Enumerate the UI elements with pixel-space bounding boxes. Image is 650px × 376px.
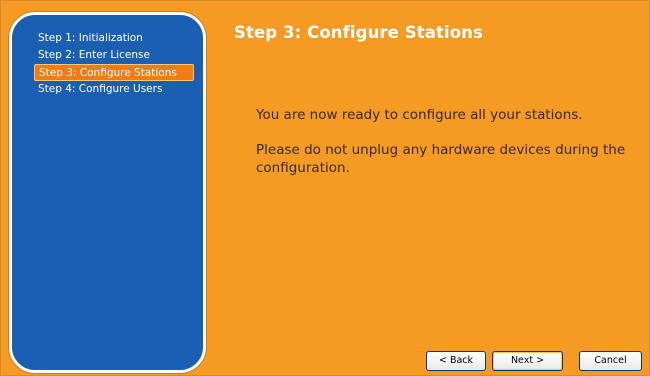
warning-message: Please do not unplug any hardware device… xyxy=(256,142,626,176)
wizard-window: Step 1: Initialization Step 2: Enter Lic… xyxy=(0,0,650,376)
next-button[interactable]: Next > xyxy=(492,351,563,371)
page-title: Step 3: Configure Stations xyxy=(234,23,483,42)
step-item-configure-users: Step 4: Configure Users xyxy=(38,83,163,95)
step-item-enter-license: Step 2: Enter License xyxy=(38,49,150,61)
ready-message: You are now ready to configure all your … xyxy=(256,107,583,123)
cancel-button[interactable]: Cancel xyxy=(579,351,642,371)
step-item-initialization: Step 1: Initialization xyxy=(38,32,143,44)
step-item-configure-stations: Step 3: Configure Stations xyxy=(34,64,194,81)
steps-sidebar: Step 1: Initialization Step 2: Enter Lic… xyxy=(9,12,206,373)
back-button[interactable]: < Back xyxy=(426,351,486,371)
step-list: Step 1: Initialization Step 2: Enter Lic… xyxy=(34,30,202,98)
